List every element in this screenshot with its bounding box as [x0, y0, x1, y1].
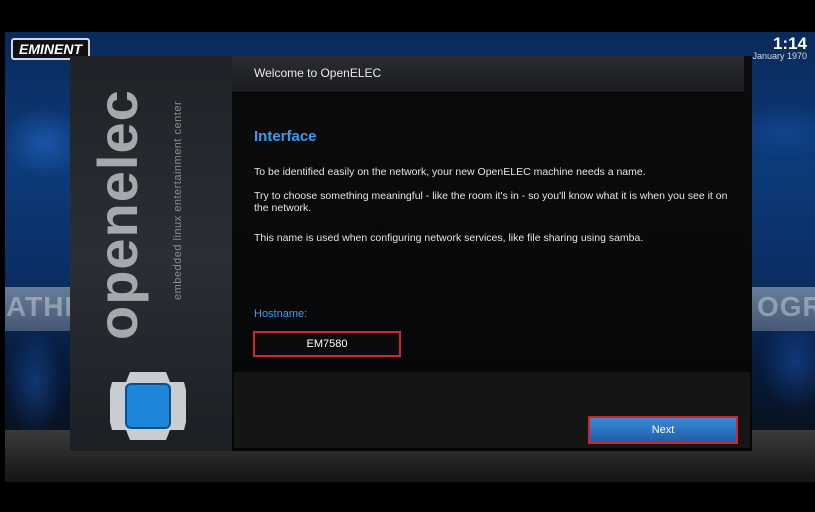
section-heading: Interface: [254, 128, 317, 145]
dialog-title: Welcome to OpenELEC: [254, 66, 382, 80]
openelec-tagline: embedded linux entertainment center: [172, 100, 184, 300]
openelec-wordmark: openelec: [86, 89, 149, 340]
clock-date: January 1970: [752, 51, 807, 61]
strip-right-text: OGR: [757, 291, 815, 322]
hostname-input[interactable]: EM7580: [253, 331, 401, 357]
paragraph-2: Try to choose something meaningful - lik…: [254, 190, 728, 214]
next-button[interactable]: Next: [588, 416, 738, 444]
screen: ATHE OGR EMINENT 1:14 January 1970 opene…: [0, 0, 815, 512]
paragraph-1: To be identified easily on the network, …: [254, 166, 646, 178]
paragraph-3: This name is used when configuring netwo…: [254, 232, 644, 244]
hostname-label: Hostname:: [254, 308, 308, 320]
openelec-tv-icon: [110, 372, 186, 440]
